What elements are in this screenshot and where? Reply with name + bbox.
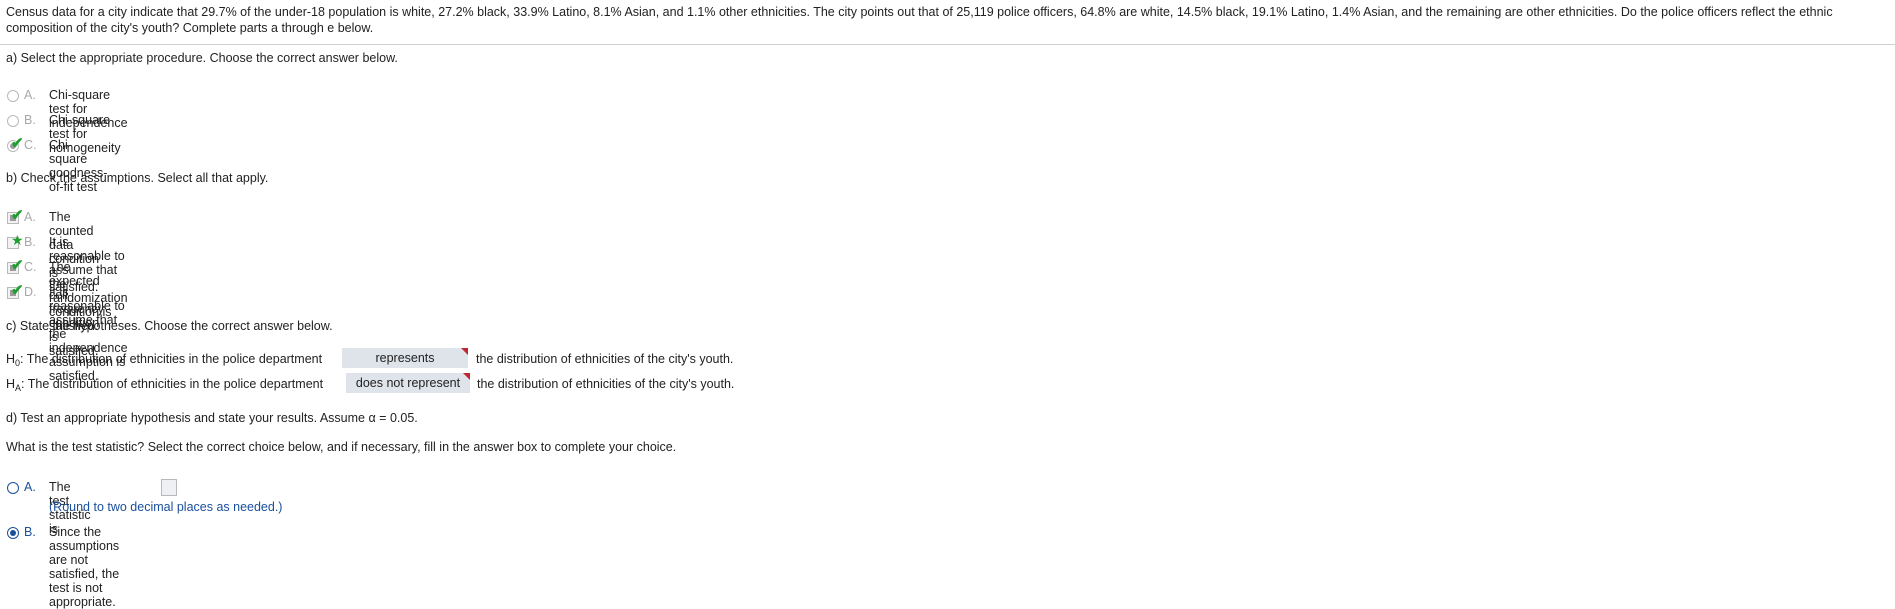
option-letter: A. bbox=[24, 88, 36, 102]
part-c-question: c) State the hypotheses. Choose the corr… bbox=[6, 319, 333, 333]
star-icon: ★ bbox=[11, 232, 24, 248]
check-mark-icon: ✔ bbox=[11, 257, 24, 274]
dropdown-value: represents bbox=[375, 351, 435, 365]
part-d-subquestion: What is the test statistic? Select the c… bbox=[6, 440, 677, 454]
option-letter: B. bbox=[24, 525, 36, 539]
check-mark-icon: ✔ bbox=[11, 282, 24, 299]
ha-suffix: the distribution of ethnicities of the c… bbox=[477, 377, 735, 391]
check-mark-icon: ✔ bbox=[11, 135, 24, 152]
dropdown-value: does not represent bbox=[355, 376, 461, 390]
flag-corner-icon bbox=[463, 373, 470, 380]
option-letter: B. bbox=[24, 113, 36, 127]
radio-button[interactable] bbox=[7, 115, 19, 127]
divider bbox=[0, 44, 1895, 45]
radio-button-selected[interactable] bbox=[7, 527, 19, 539]
rounding-hint: (Round to two decimal places as needed.) bbox=[49, 500, 283, 514]
ha-dropdown[interactable]: does not represent bbox=[346, 373, 470, 393]
h0-suffix: the distribution of ethnicities of the c… bbox=[476, 352, 734, 366]
option-label: It is reasonable to assume that the inde… bbox=[49, 285, 128, 383]
option-letter: A. bbox=[24, 480, 36, 494]
option-letter: B. bbox=[24, 235, 36, 249]
radio-button[interactable] bbox=[7, 482, 19, 494]
alternative-hypothesis: HA: The distribution of ethnicities in t… bbox=[6, 377, 323, 393]
option-letter: C. bbox=[24, 138, 37, 152]
radio-button[interactable] bbox=[7, 90, 19, 102]
problem-statement: Census data for a city indicate that 29.… bbox=[6, 5, 1833, 35]
null-hypothesis: H0: The distribution of ethnicities in t… bbox=[6, 352, 322, 368]
hypothesis-prefix: : The distribution of ethnicities in the… bbox=[21, 377, 324, 391]
part-d-question: d) Test an appropriate hypothesis and st… bbox=[6, 411, 418, 425]
flag-corner-icon bbox=[461, 348, 468, 355]
hypothesis-symbol: H bbox=[6, 352, 16, 366]
option-label: Since the assumptions are not satisfied,… bbox=[49, 525, 120, 609]
hypothesis-symbol: H bbox=[6, 377, 16, 391]
option-label: Chi-square goodness-of-fit test bbox=[49, 138, 108, 194]
check-mark-icon: ✔ bbox=[11, 207, 24, 224]
hypothesis-prefix: : The distribution of ethnicities in the… bbox=[20, 352, 323, 366]
test-statistic-input[interactable] bbox=[161, 479, 177, 496]
h0-dropdown[interactable]: represents bbox=[342, 348, 468, 368]
option-letter: C. bbox=[24, 260, 37, 274]
option-letter: A. bbox=[24, 210, 36, 224]
part-a-question: a) Select the appropriate procedure. Cho… bbox=[6, 51, 398, 65]
part-b-question: b) Check the assumptions. Select all tha… bbox=[6, 171, 269, 185]
option-letter: D. bbox=[24, 285, 37, 299]
